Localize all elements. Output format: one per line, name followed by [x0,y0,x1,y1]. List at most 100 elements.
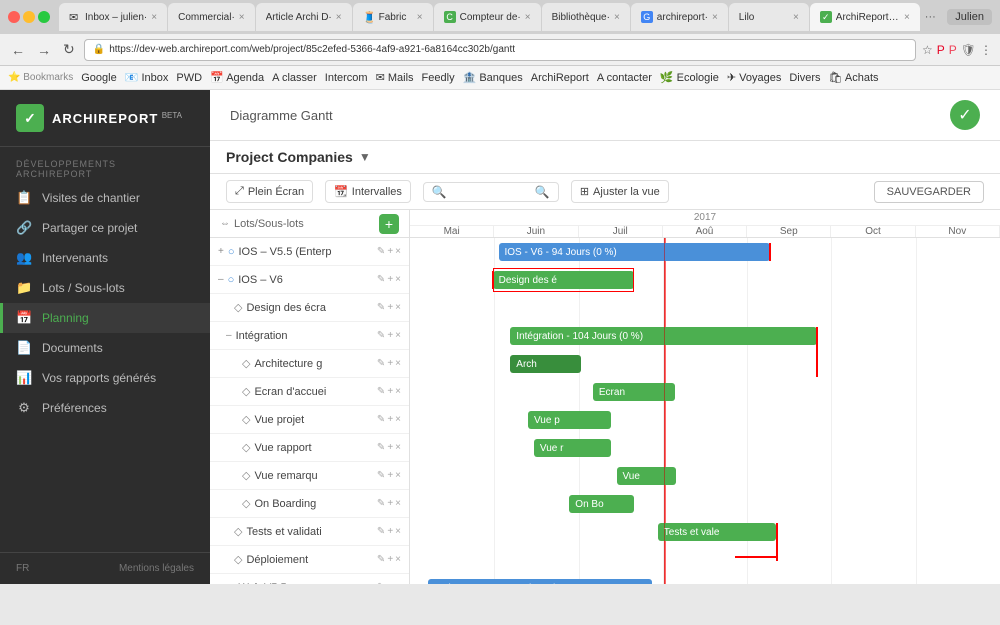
delete-icon[interactable]: × [395,246,401,257]
delete-icon[interactable]: × [395,554,401,565]
delete-icon[interactable]: × [395,414,401,425]
plus-icon[interactable]: + [387,582,393,584]
bookmark-feedly[interactable]: Feedly [422,72,455,84]
bookmark-achats[interactable]: 🛍 Achats [829,71,879,84]
url-bar[interactable]: 🔒 https://dev-web.archireport.com/web/pr… [84,39,916,61]
add-lot-button[interactable]: + [379,214,399,234]
toggle-icon[interactable]: – [218,274,224,285]
delete-icon[interactable]: × [395,526,401,537]
plein-ecran-button[interactable]: ⤢ Plein Écran [226,180,313,203]
plus-icon[interactable]: + [387,526,393,537]
edit-icon[interactable]: ✎ [377,330,385,341]
sidebar-item-documents[interactable]: 📄 Documents [0,333,210,363]
bookmark-pwd[interactable]: PWD [176,72,202,84]
search-input[interactable] [451,186,531,198]
sidebar-item-lots[interactable]: 📁 Lots / Sous-lots [0,273,210,303]
edit-icon[interactable]: ✎ [377,358,385,369]
plus-icon[interactable]: + [387,302,393,313]
tab-close-icon[interactable]: × [336,12,342,23]
bar-onboarding[interactable]: On Bo [569,495,634,513]
tab-close-icon[interactable]: × [525,12,531,23]
tab-close-icon[interactable]: × [417,12,423,23]
edit-icon[interactable]: ✎ [377,582,385,584]
tab-close-icon[interactable]: × [904,12,910,23]
plus-icon[interactable]: + [387,386,393,397]
delete-icon[interactable]: × [395,582,401,584]
pinterest-icon[interactable]: P [937,43,945,57]
tab-close-icon[interactable]: × [712,12,718,23]
extension-icon[interactable]: 🛡 [961,43,976,57]
settings-icon[interactable]: ⋮ [980,43,992,57]
delete-icon[interactable]: × [395,330,401,341]
tab-commercial[interactable]: Commercial· × [168,3,255,31]
check-button[interactable]: ✓ [950,100,980,130]
tab-compteur[interactable]: C Compteur de· × [434,3,541,31]
sidebar-item-rapports[interactable]: 📊 Vos rapports générés [0,363,210,393]
tab-close-icon[interactable]: × [793,12,799,23]
edit-icon[interactable]: ✎ [377,554,385,565]
bar-web55[interactable]: Web V5.5 - 58 Jours (39 %) [428,579,652,584]
bookmark-intercom[interactable]: Intercom [325,72,368,84]
tab-close-icon[interactable]: × [239,12,245,23]
sidebar-item-intervenants[interactable]: 👥 Intervenants [0,243,210,273]
tab-more-button[interactable]: ··· [921,11,940,23]
ajuster-button[interactable]: ⊞ Ajuster la vue [571,180,669,203]
forward-button[interactable]: → [34,42,54,58]
tab-article[interactable]: Article Archi D· × [256,3,352,31]
close-window-btn[interactable] [8,11,20,23]
edit-icon[interactable]: ✎ [377,386,385,397]
bookmark-banques[interactable]: 🏦 Banques [463,71,523,84]
edit-icon[interactable]: ✎ [377,470,385,481]
bookmark-inbox[interactable]: 📧 Inbox [125,71,169,84]
plus-icon[interactable]: + [387,554,393,565]
bar-ios6[interactable]: Design des é [493,271,635,289]
intervalles-button[interactable]: 📆 Intervalles [325,180,411,203]
sidebar-item-planning[interactable]: 📅 Planning [0,303,210,333]
delete-icon[interactable]: × [395,302,401,313]
delete-icon[interactable]: × [395,358,401,369]
edit-icon[interactable]: ✎ [377,302,385,313]
bookmark-divers[interactable]: Divers [789,72,820,84]
edit-icon[interactable]: ✎ [377,498,385,509]
star-icon[interactable]: ☆ [922,43,933,57]
plus-icon[interactable]: + [387,330,393,341]
delete-icon[interactable]: × [395,274,401,285]
tab-inbox[interactable]: ✉ Inbox – julien· × [59,3,167,31]
delete-icon[interactable]: × [395,470,401,481]
bookmark-aclasser[interactable]: A classer [272,72,317,84]
bar-vue-rapport[interactable]: Vue r [534,439,611,457]
bookmark-google[interactable]: Google [81,72,116,84]
mentions-legales-link[interactable]: Mentions légales [119,563,194,574]
pocket-icon[interactable]: P [949,43,957,57]
delete-icon[interactable]: × [395,442,401,453]
bar-tests[interactable]: Tests et vale [658,523,776,541]
bar-architecture[interactable]: Arch [510,355,581,373]
plus-icon[interactable]: + [387,246,393,257]
bar-vue-projet[interactable]: Vue p [528,411,611,429]
tab-close-icon[interactable]: × [614,12,620,23]
edit-icon[interactable]: ✎ [377,274,385,285]
bookmark-agenda[interactable]: 📅 Agenda [210,71,264,84]
bar-vue-remarque[interactable]: Vue [617,467,676,485]
tab-archireport-g[interactable]: G archireport· × [631,3,728,31]
bookmark-voyages[interactable]: ✈ Voyages [727,71,781,84]
delete-icon[interactable]: × [395,386,401,397]
edit-icon[interactable]: ✎ [377,526,385,537]
dropdown-arrow-icon[interactable]: ▼ [359,150,371,164]
delete-icon[interactable]: × [395,498,401,509]
toggle-icon[interactable]: + [218,246,224,257]
fullscreen-window-btn[interactable] [38,11,50,23]
toggle-icon[interactable]: – [226,330,232,341]
back-button[interactable]: ← [8,42,28,58]
edit-icon[interactable]: ✎ [377,414,385,425]
bookmark-acontacter[interactable]: A contacter [597,72,652,84]
tab-bibliotheque[interactable]: Bibliothèque· × [542,3,630,31]
bookmark-ecologie[interactable]: 🌿 Ecologie [660,71,719,84]
plus-icon[interactable]: + [387,274,393,285]
bookmark-mails[interactable]: ✉ Mails [376,71,414,84]
sidebar-item-visites[interactable]: 📋 Visites de chantier [0,183,210,213]
plus-icon[interactable]: + [387,470,393,481]
bookmark-archireport[interactable]: ArchiReport [531,72,589,84]
refresh-button[interactable]: ↻ [60,41,78,58]
plus-icon[interactable]: + [387,498,393,509]
